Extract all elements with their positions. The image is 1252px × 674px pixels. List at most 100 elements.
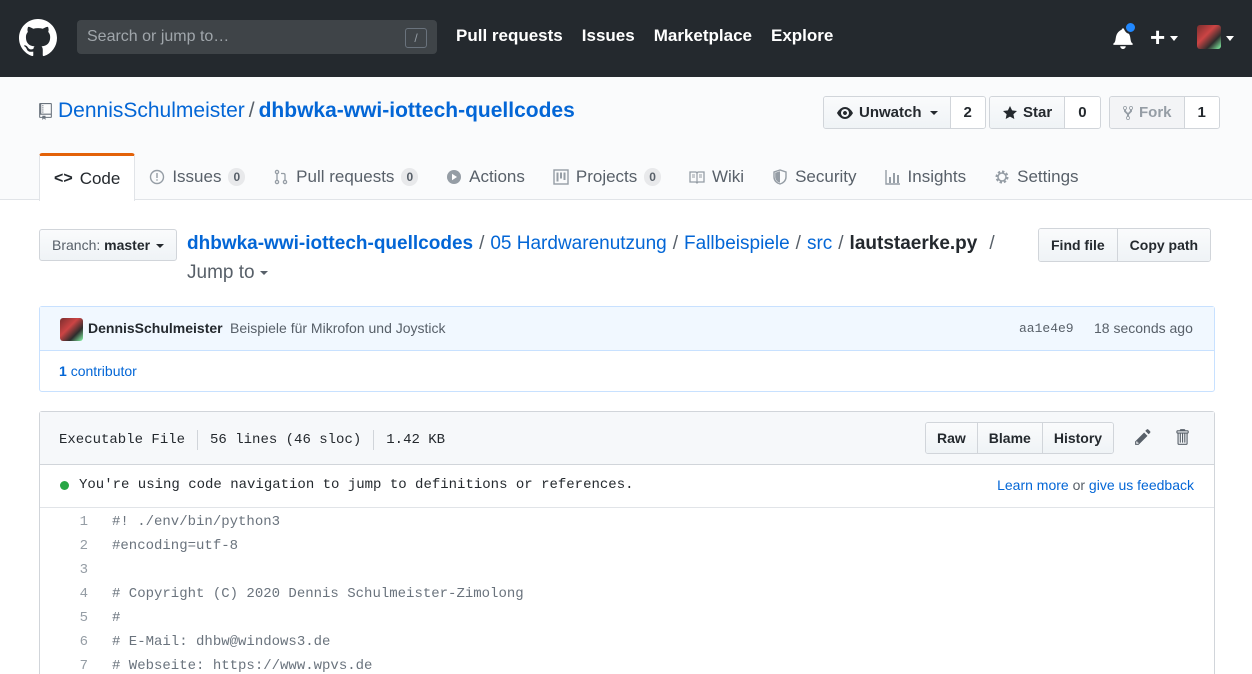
breadcrumb-separator: / xyxy=(838,233,844,254)
blame-button[interactable]: Blame xyxy=(976,423,1042,453)
forks-count[interactable]: 1 xyxy=(1184,97,1219,128)
breadcrumb-separator: / xyxy=(795,233,801,254)
project-icon xyxy=(553,168,569,185)
tab-code[interactable]: <> Code xyxy=(39,153,136,201)
nav-explore[interactable]: Explore xyxy=(771,25,833,47)
fork-label: Fork xyxy=(1139,104,1172,121)
pull-requests-counter: 0 xyxy=(401,167,419,186)
nav-issues[interactable]: Issues xyxy=(582,25,635,47)
shield-icon xyxy=(773,168,787,185)
contributor-count: 1 xyxy=(59,363,67,379)
divider xyxy=(197,430,199,450)
feedback-link[interactable]: give us feedback xyxy=(1089,477,1194,493)
breadcrumb-separator: / xyxy=(989,233,995,254)
jump-to-menu[interactable]: Jump to xyxy=(187,262,268,283)
branch-selector-button[interactable]: Branch: master xyxy=(39,229,177,261)
chevron-down-icon[interactable] xyxy=(1226,36,1234,41)
projects-counter: 0 xyxy=(644,167,661,186)
tab-wiki[interactable]: Wiki xyxy=(675,153,758,200)
breadcrumb-folder-link[interactable]: src xyxy=(807,233,832,254)
line-content: # xyxy=(112,610,121,626)
code-line: 2 #encoding=utf-8 xyxy=(40,534,1214,558)
unwatch-label: Unwatch xyxy=(859,104,922,121)
file-viewer: Executable File 56 lines (46 sloc) 1.42 … xyxy=(39,411,1215,674)
nav-pull-requests[interactable]: Pull requests xyxy=(456,25,563,47)
tab-actions[interactable]: Actions xyxy=(432,153,539,200)
stargazers-count[interactable]: 0 xyxy=(1065,97,1100,128)
tab-label: Issues xyxy=(172,166,222,186)
breadcrumb-folder-link[interactable]: Fallbeispiele xyxy=(684,233,790,254)
line-number[interactable]: 1 xyxy=(40,510,88,534)
fork-button-group: Fork 1 xyxy=(1109,96,1220,129)
breadcrumb-repo-link[interactable]: dhbwka-wwi-iottech-quellcodes xyxy=(187,233,473,254)
breadcrumb-separator: / xyxy=(479,233,485,254)
repo-owner-link[interactable]: DennisSchulmeister xyxy=(58,99,245,122)
repo-tabs: <> Code Issues 0 Pull requests 0 Actions… xyxy=(39,153,1093,201)
line-number[interactable]: 7 xyxy=(40,654,88,674)
book-icon xyxy=(689,170,705,184)
commit-author-link[interactable]: DennisSchulmeister xyxy=(88,320,223,336)
github-logo-icon[interactable] xyxy=(19,19,57,57)
create-new-plus-icon[interactable]: + xyxy=(1150,24,1165,50)
repo-icon xyxy=(39,103,52,120)
fork-button[interactable]: Fork xyxy=(1110,97,1185,128)
chevron-down-icon[interactable] xyxy=(1170,36,1178,41)
tab-projects[interactable]: Projects 0 xyxy=(539,153,675,200)
file-lines: 56 lines (46 sloc) xyxy=(210,432,362,448)
contributors-link[interactable]: 1 contributor xyxy=(59,363,137,379)
line-number[interactable]: 2 xyxy=(40,534,88,558)
global-header: Search or jump to… / Pull requests Issue… xyxy=(0,0,1252,77)
line-number[interactable]: 5 xyxy=(40,606,88,630)
code-listing: 1 #! ./env/bin/python3 2 #encoding=utf-8 3… xyxy=(40,508,1214,674)
path-separator: / xyxy=(248,99,255,122)
tab-pull-requests[interactable]: Pull requests 0 xyxy=(259,153,432,200)
chevron-down-icon xyxy=(259,270,268,275)
commit-tease: DennisSchulmeister Beispiele für Mikrofo… xyxy=(40,307,1214,351)
gear-icon xyxy=(995,170,1009,183)
search-input[interactable]: Search or jump to… / xyxy=(77,20,437,54)
commit-sha-link[interactable]: aa1e4e9 xyxy=(1019,321,1074,336)
contributor-label: contributor xyxy=(70,363,137,379)
file-size: 1.42 KB xyxy=(386,432,446,448)
commit-time: 18 seconds ago xyxy=(1094,320,1193,336)
line-number[interactable]: 3 xyxy=(40,558,88,582)
repo-name-link[interactable]: dhbwka-wwi-iottech-quellcodes xyxy=(259,99,575,122)
star-button[interactable]: Star xyxy=(990,97,1066,128)
tab-settings[interactable]: Settings xyxy=(980,153,1092,200)
tab-insights[interactable]: Insights xyxy=(871,153,981,200)
line-number[interactable]: 6 xyxy=(40,630,88,654)
issue-icon xyxy=(150,169,165,184)
history-button[interactable]: History xyxy=(1041,423,1114,453)
breadcrumb-separator: / xyxy=(672,233,679,254)
commit-message-link[interactable]: Beispiele für Mikrofon und Joystick xyxy=(230,320,446,336)
status-dot xyxy=(60,481,69,490)
notice-links: Learn more or give us feedback xyxy=(997,477,1194,493)
unwatch-button[interactable]: Unwatch xyxy=(824,97,951,128)
line-number[interactable]: 4 xyxy=(40,582,88,606)
tab-label: Insights xyxy=(907,166,967,186)
code-icon: <> xyxy=(54,169,73,187)
code-line: 6 # E-Mail: dhbw@windows3.de xyxy=(40,630,1214,654)
file-header: Executable File 56 lines (46 sloc) 1.42 … xyxy=(40,412,1214,465)
raw-button[interactable]: Raw xyxy=(926,423,977,453)
user-avatar[interactable] xyxy=(1197,25,1221,49)
pull-request-icon xyxy=(274,169,288,184)
pencil-icon[interactable] xyxy=(1134,428,1152,446)
avatar[interactable] xyxy=(60,318,83,341)
tab-issues[interactable]: Issues 0 xyxy=(135,153,259,200)
header-nav: Pull requests Issues Marketplace Explore xyxy=(456,25,852,47)
notice-or: or xyxy=(1072,477,1086,493)
line-content: # Copyright (C) 2020 Dennis Schulmeister… xyxy=(112,586,524,602)
nav-marketplace[interactable]: Marketplace xyxy=(654,25,752,47)
find-file-button[interactable]: Find file xyxy=(1039,229,1117,261)
tab-security[interactable]: Security xyxy=(758,153,870,200)
copy-path-button[interactable]: Copy path xyxy=(1116,229,1211,261)
trash-icon[interactable] xyxy=(1174,428,1190,446)
watchers-count[interactable]: 2 xyxy=(950,97,985,128)
learn-more-link[interactable]: Learn more xyxy=(997,477,1069,493)
graph-icon xyxy=(884,169,900,185)
file-info: Executable File 56 lines (46 sloc) 1.42 … xyxy=(59,430,445,450)
chevron-down-icon xyxy=(929,110,938,115)
breadcrumb-folder-link[interactable]: 05 Hardwarenutzung xyxy=(490,233,666,254)
divider xyxy=(373,430,375,450)
